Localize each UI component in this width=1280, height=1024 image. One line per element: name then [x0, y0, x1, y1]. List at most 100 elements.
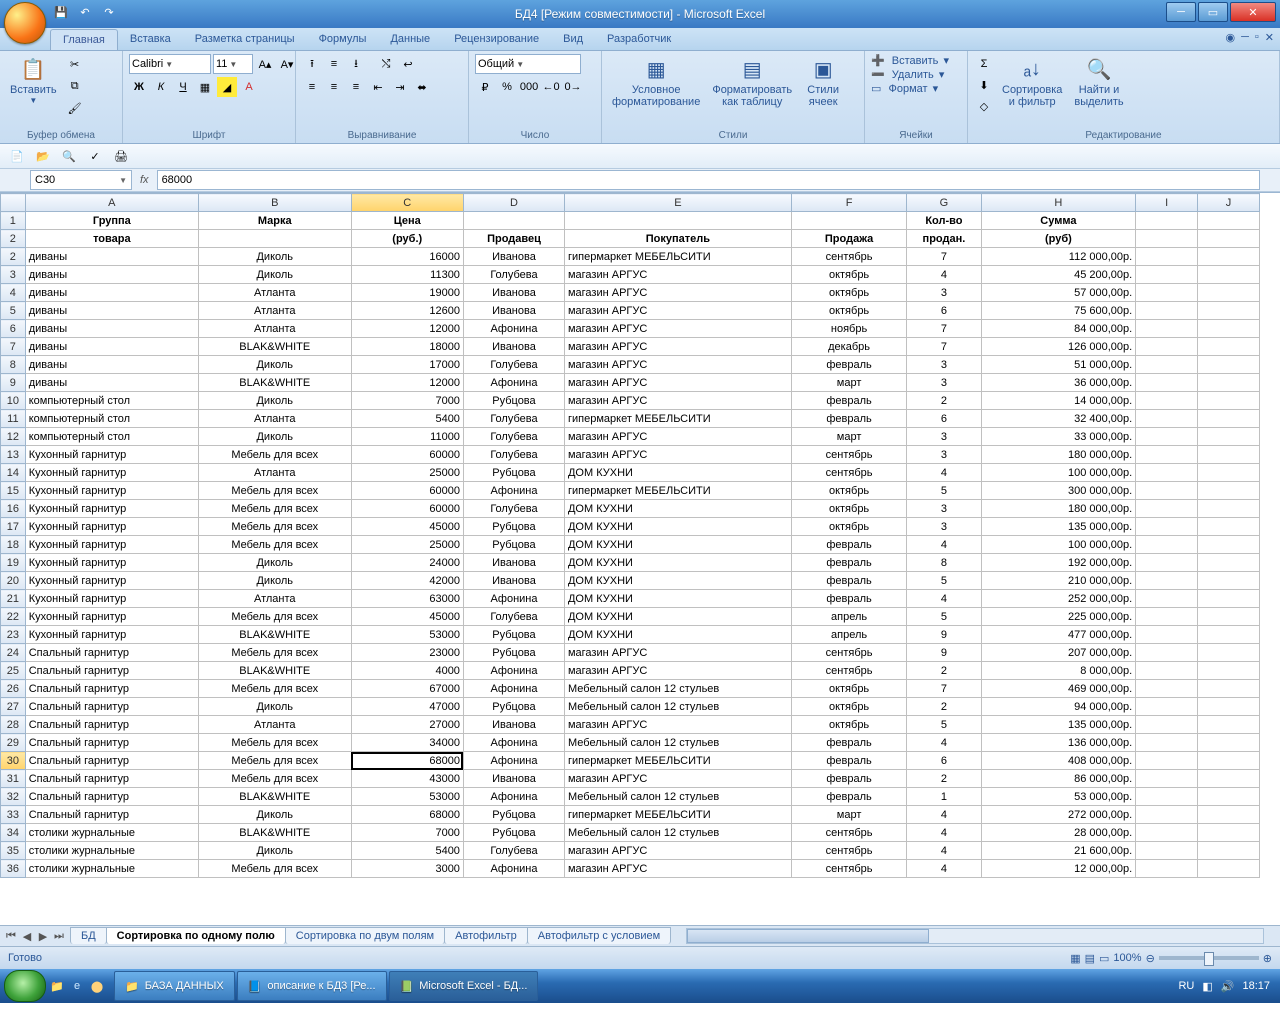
cell[interactable]: 272 000,00р.: [981, 806, 1136, 824]
cell[interactable]: октябрь: [791, 302, 906, 320]
cell[interactable]: Мебельный салон 12 стульев: [564, 734, 791, 752]
cell[interactable]: [1136, 446, 1198, 464]
cell[interactable]: [1136, 770, 1198, 788]
cell[interactable]: [1136, 392, 1198, 410]
cell[interactable]: Иванова: [463, 338, 564, 356]
cell[interactable]: [1136, 482, 1198, 500]
cell[interactable]: гипермаркет МЕБЕЛЬСИТИ: [564, 806, 791, 824]
cell[interactable]: Афонина: [463, 680, 564, 698]
sheet-tab[interactable]: Автофильтр: [444, 927, 528, 944]
minimize-ribbon-icon[interactable]: ─: [1241, 31, 1249, 44]
cell[interactable]: магазин АРГУС: [564, 662, 791, 680]
sort-filter-button[interactable]: ₐ↓Сортировка и фильтр: [998, 54, 1066, 110]
preview-icon[interactable]: 🔍: [60, 147, 78, 165]
cell[interactable]: [1198, 392, 1260, 410]
cell[interactable]: диваны: [25, 356, 198, 374]
cell[interactable]: [1198, 464, 1260, 482]
cell[interactable]: 5: [907, 716, 981, 734]
cell[interactable]: Афонина: [463, 788, 564, 806]
row-header[interactable]: 3: [1, 266, 26, 284]
cell[interactable]: Голубева: [463, 428, 564, 446]
cell[interactable]: Голубева: [463, 446, 564, 464]
cell[interactable]: [1198, 248, 1260, 266]
cell[interactable]: Мебель для всех: [198, 518, 351, 536]
cell[interactable]: 43000: [351, 770, 463, 788]
new-icon[interactable]: 📄: [8, 147, 26, 165]
row-header[interactable]: 32: [1, 788, 26, 806]
cell[interactable]: Диколь: [198, 356, 351, 374]
cell[interactable]: Атланта: [198, 320, 351, 338]
find-select-button[interactable]: 🔍Найти и выделить: [1070, 54, 1127, 110]
merge-cells-icon[interactable]: ⬌: [412, 77, 432, 97]
cell[interactable]: 3: [907, 500, 981, 518]
cell[interactable]: октябрь: [791, 500, 906, 518]
cell[interactable]: 4: [907, 824, 981, 842]
cell[interactable]: 51 000,00р.: [981, 356, 1136, 374]
ribbon-tab[interactable]: Главная: [50, 29, 118, 50]
percent-icon[interactable]: %: [497, 77, 517, 97]
cell[interactable]: Рубцова: [463, 518, 564, 536]
column-header[interactable]: G: [907, 194, 981, 212]
cell[interactable]: февраль: [791, 788, 906, 806]
cell[interactable]: 135 000,00р.: [981, 716, 1136, 734]
cell[interactable]: октябрь: [791, 284, 906, 302]
ie-icon[interactable]: e: [68, 977, 86, 995]
cell[interactable]: диваны: [25, 338, 198, 356]
cell[interactable]: Атланта: [198, 284, 351, 302]
cell[interactable]: 5: [907, 482, 981, 500]
name-box[interactable]: C30▼: [30, 170, 132, 190]
cell[interactable]: [1198, 482, 1260, 500]
border-button[interactable]: ▦: [195, 77, 215, 97]
cell[interactable]: Атланта: [198, 302, 351, 320]
cell[interactable]: 68000: [351, 806, 463, 824]
cell[interactable]: гипермаркет МЕБЕЛЬСИТИ: [564, 248, 791, 266]
clock[interactable]: 18:17: [1242, 980, 1270, 992]
align-left-icon[interactable]: ≡: [302, 77, 322, 97]
cell[interactable]: Покупатель: [564, 230, 791, 248]
cell[interactable]: магазин АРГУС: [564, 392, 791, 410]
cell[interactable]: [1198, 374, 1260, 392]
cell[interactable]: [1136, 572, 1198, 590]
cell[interactable]: Марка: [198, 212, 351, 230]
cell[interactable]: [1198, 554, 1260, 572]
cell[interactable]: Мебель для всех: [198, 644, 351, 662]
cell[interactable]: 100 000,00р.: [981, 536, 1136, 554]
cell[interactable]: февраль: [791, 572, 906, 590]
cell[interactable]: 3: [907, 284, 981, 302]
cell[interactable]: столики журнальные: [25, 860, 198, 878]
cell[interactable]: диваны: [25, 266, 198, 284]
cell[interactable]: Мебель для всех: [198, 734, 351, 752]
cell[interactable]: 5400: [351, 410, 463, 428]
cell[interactable]: Афонина: [463, 860, 564, 878]
cell[interactable]: диваны: [25, 248, 198, 266]
cell[interactable]: 14 000,00р.: [981, 392, 1136, 410]
cell[interactable]: [1136, 320, 1198, 338]
cell[interactable]: гипермаркет МЕБЕЛЬСИТИ: [564, 410, 791, 428]
cell[interactable]: столики журнальные: [25, 824, 198, 842]
align-bottom-icon[interactable]: ⭳: [346, 54, 366, 74]
fill-color-button[interactable]: ◢: [217, 77, 237, 97]
cell[interactable]: Иванова: [463, 248, 564, 266]
cell[interactable]: Мебель для всех: [198, 446, 351, 464]
cell[interactable]: BLAK&WHITE: [198, 338, 351, 356]
align-top-icon[interactable]: ⭱: [302, 54, 322, 74]
cell[interactable]: [1198, 230, 1260, 248]
conditional-formatting-button[interactable]: ▦Условное форматирование: [608, 54, 704, 110]
row-header[interactable]: 23: [1, 626, 26, 644]
minimize-button[interactable]: ─: [1166, 2, 1196, 22]
cell[interactable]: 12000: [351, 320, 463, 338]
copy-icon[interactable]: ⧉: [65, 76, 85, 96]
cell[interactable]: [1198, 212, 1260, 230]
cell[interactable]: сентябрь: [791, 464, 906, 482]
cell[interactable]: 45000: [351, 608, 463, 626]
cell[interactable]: 4: [907, 860, 981, 878]
cell[interactable]: март: [791, 374, 906, 392]
cell[interactable]: 86 000,00р.: [981, 770, 1136, 788]
cell[interactable]: октябрь: [791, 482, 906, 500]
cell[interactable]: февраль: [791, 392, 906, 410]
font-color-button[interactable]: A: [239, 77, 259, 97]
cell[interactable]: [1198, 788, 1260, 806]
increase-font-icon[interactable]: A▴: [255, 54, 275, 74]
cell[interactable]: [1198, 752, 1260, 770]
cell[interactable]: 2: [907, 698, 981, 716]
